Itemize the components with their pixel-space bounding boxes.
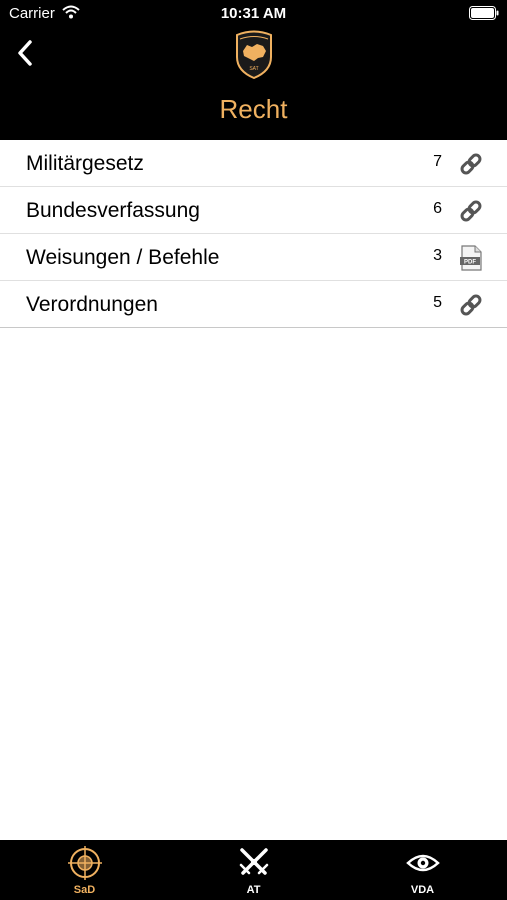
svg-text:PDF: PDF <box>464 259 476 265</box>
eye-icon <box>406 854 440 872</box>
link-icon <box>460 294 482 316</box>
sat-logo: SAT <box>236 30 272 79</box>
item-label: Militärgesetz <box>26 152 144 175</box>
item-count: 5 <box>433 294 442 311</box>
item-count: 3 <box>433 247 442 264</box>
page-title: Recht <box>219 94 288 124</box>
pdf-icon: PDF <box>460 245 482 271</box>
item-count: 6 <box>433 200 442 217</box>
logo-text: SAT <box>249 66 258 72</box>
list-item-verordnungen[interactable]: Verordnungen 5 <box>0 281 507 328</box>
link-icon <box>460 200 482 222</box>
list-item-militaergesetz[interactable]: Militärgesetz 7 <box>0 140 507 187</box>
tab-bar: SaD AT VDA <box>0 840 507 900</box>
status-bar: Carrier 10:31 AM <box>0 0 507 28</box>
crosshair-icon <box>68 846 102 880</box>
tab-vda[interactable]: VDA <box>338 840 507 900</box>
clock: 10:31 AM <box>220 5 287 22</box>
link-icon <box>460 153 482 175</box>
item-label: Bundesverfassung <box>26 199 200 222</box>
list-item-weisungen-befehle[interactable]: Weisungen / Befehle 3 PDF <box>0 234 507 281</box>
item-count: 7 <box>433 153 442 170</box>
tab-label: SaD <box>73 884 96 896</box>
item-label: Weisungen / Befehle <box>26 246 220 269</box>
tab-label: VDA <box>410 884 435 896</box>
list-item-bundesverfassung[interactable]: Bundesverfassung 6 <box>0 187 507 234</box>
tab-label: AT <box>246 884 261 896</box>
law-list: Militärgesetz 7 Bundesverfassung 6 Weisu… <box>0 140 507 328</box>
back-button[interactable] <box>12 36 40 70</box>
item-label: Verordnungen <box>26 293 158 316</box>
tab-sad[interactable]: SaD <box>0 840 169 900</box>
header: Carrier 10:31 AM SAT Recht <box>0 0 507 140</box>
battery-icon <box>469 6 499 20</box>
crossed-swords-icon <box>239 848 269 875</box>
tab-at[interactable]: AT <box>169 840 338 900</box>
